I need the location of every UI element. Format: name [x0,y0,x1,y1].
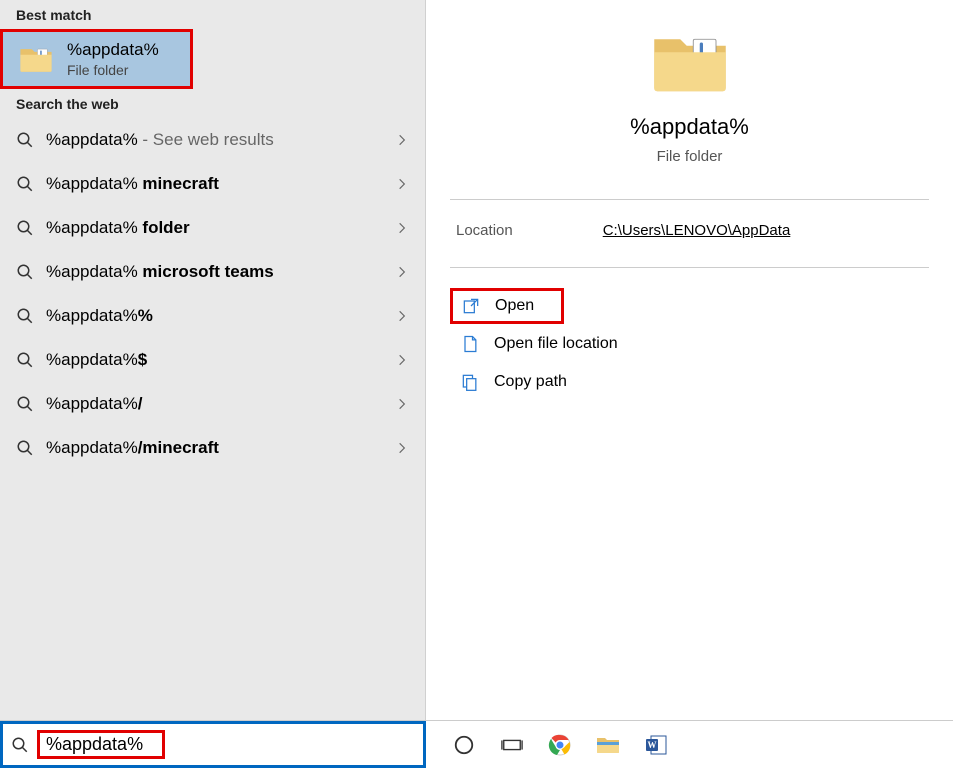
web-result-item[interactable]: %appdata% minecraft [0,162,425,206]
divider [450,267,929,268]
chevron-right-icon [395,353,409,367]
web-result-label: %appdata%/minecraft [46,438,395,458]
folder-icon [19,44,53,74]
web-result-item[interactable]: %appdata% - See web results [0,118,425,162]
divider [450,199,929,200]
open-icon [461,296,481,316]
chevron-right-icon [395,309,409,323]
web-result-item[interactable]: %appdata%% [0,294,425,338]
best-match-subtitle: File folder [67,62,159,78]
web-result-item[interactable]: %appdata%$ [0,338,425,382]
chevron-right-icon [395,177,409,191]
cortana-icon[interactable] [452,733,476,757]
search-icon [16,395,34,413]
word-icon[interactable]: W [644,733,668,757]
search-icon [16,439,34,457]
open-file-location-label: Open file location [494,335,618,353]
chevron-right-icon [395,221,409,235]
web-result-item[interactable]: %appdata%/minecraft [0,426,425,470]
taskbar: W [0,720,953,768]
open-action[interactable]: Open [450,288,564,324]
copy-path-action[interactable]: Copy path [450,364,929,400]
best-match-result[interactable]: %appdata% File folder [0,29,193,89]
chevron-right-icon [395,397,409,411]
search-icon [16,219,34,237]
search-results-panel: Best match %appdata% File folder Search … [0,0,426,720]
web-result-label: %appdata%/ [46,394,395,414]
open-file-location-action[interactable]: Open file location [450,326,929,362]
web-results-list: %appdata% - See web results %appdata% min… [0,118,425,470]
chrome-icon[interactable] [548,733,572,757]
taskbar-search-box[interactable] [0,721,426,768]
search-web-header: Search the web [0,89,425,118]
web-result-label: %appdata% - See web results [46,130,395,150]
web-result-item[interactable]: %appdata% microsoft teams [0,250,425,294]
location-label: Location [456,222,513,239]
web-result-label: %appdata%% [46,306,395,326]
web-result-label: %appdata%$ [46,350,395,370]
web-result-item[interactable]: %appdata%/ [0,382,425,426]
best-match-name: %appdata% [67,40,159,60]
open-label: Open [495,297,534,315]
search-icon [16,131,34,149]
chevron-right-icon [395,133,409,147]
web-result-label: %appdata% minecraft [46,174,395,194]
file-explorer-icon[interactable] [596,733,620,757]
search-icon [16,263,34,281]
chevron-right-icon [395,265,409,279]
location-path[interactable]: C:\Users\LENOVO\AppData [603,222,791,239]
svg-text:W: W [648,740,657,750]
chevron-right-icon [395,441,409,455]
web-result-item[interactable]: %appdata% folder [0,206,425,250]
search-icon [16,351,34,369]
folder-icon [651,28,729,96]
preview-panel: %appdata% File folder Location C:\Users\… [426,0,953,720]
best-match-header: Best match [0,0,425,29]
file-location-icon [460,334,480,354]
search-icon [16,307,34,325]
preview-title: %appdata% [630,114,749,140]
preview-subtitle: File folder [657,148,723,165]
web-result-label: %appdata% folder [46,218,395,238]
copy-path-label: Copy path [494,373,567,391]
search-icon [11,736,29,754]
location-row: Location C:\Users\LENOVO\AppData [426,214,953,257]
task-view-icon[interactable] [500,733,524,757]
web-result-label: %appdata% microsoft teams [46,262,395,282]
search-icon [16,175,34,193]
copy-icon [460,372,480,392]
search-input[interactable] [46,734,156,755]
